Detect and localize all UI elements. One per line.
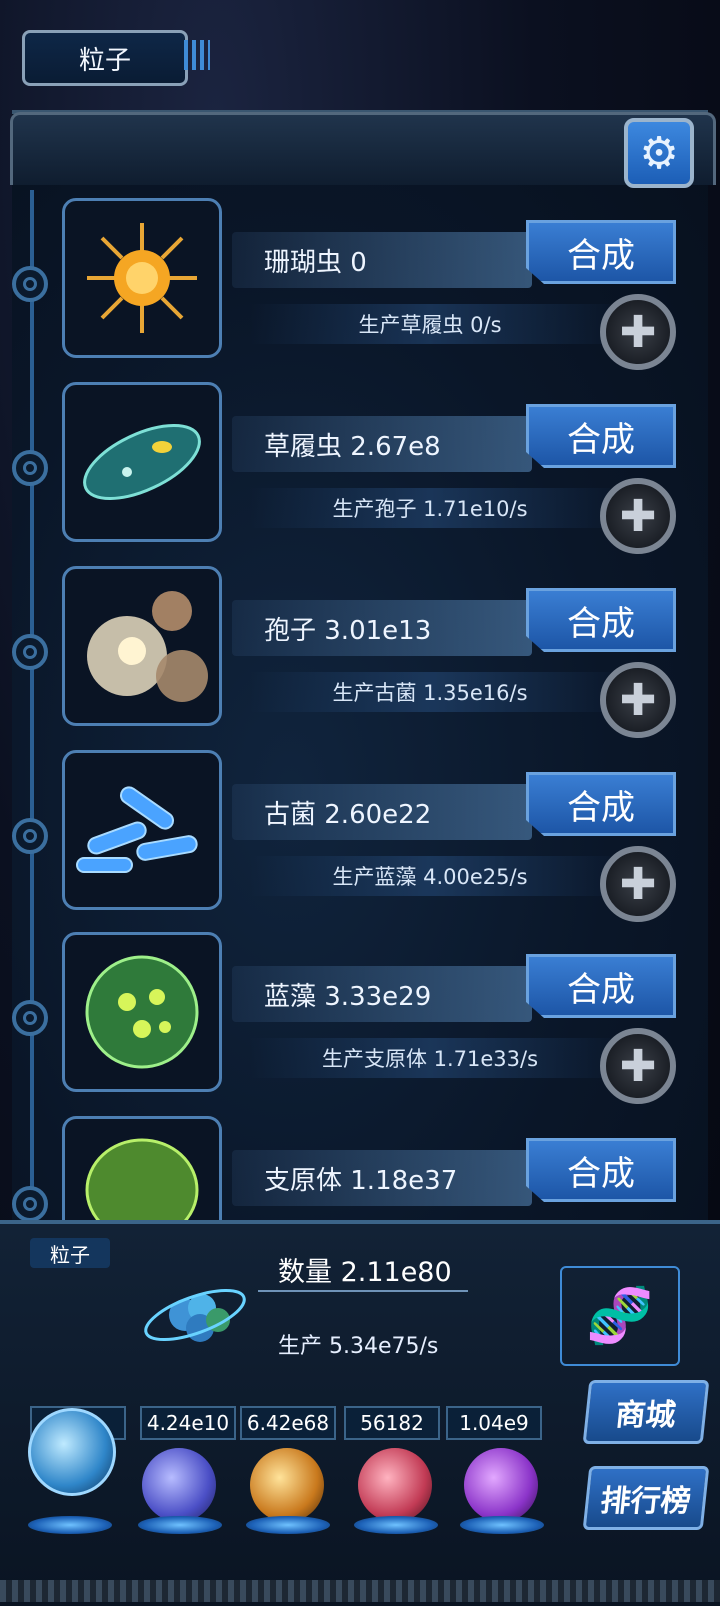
plus-icon: ✚ bbox=[619, 490, 657, 542]
add-button[interactable]: ✚ bbox=[600, 662, 676, 738]
merge-button[interactable]: 合成 bbox=[526, 954, 676, 1018]
gear-icon: ⚙ bbox=[639, 127, 679, 179]
particle-atom-icon bbox=[140, 1270, 250, 1360]
creature-name-count: 蓝藻 3.33e29 bbox=[232, 966, 532, 1022]
creature-name-count: 草履虫 2.67e8 bbox=[232, 416, 532, 472]
creature-row: 珊瑚虫 0 合成 生产草履虫 0/s ✚ bbox=[0, 198, 720, 370]
production-label: 生产古菌 1.35e16/s bbox=[250, 672, 610, 712]
divider bbox=[258, 1290, 468, 1292]
add-button[interactable]: ✚ bbox=[600, 478, 676, 554]
top-frame bbox=[10, 112, 716, 185]
tab-stripes bbox=[184, 40, 210, 70]
orb-pedestal bbox=[28, 1516, 112, 1534]
resource-count: 数量 2.11e80 bbox=[278, 1257, 452, 1288]
creature-row: 支原体 1.18e37 合成 bbox=[0, 1116, 720, 1220]
ranking-button[interactable]: 排行榜 bbox=[582, 1466, 710, 1530]
mycoplasma-icon bbox=[85, 1138, 199, 1220]
production-label: 生产孢子 1.71e10/s bbox=[250, 488, 610, 528]
creature-row: 蓝藻 3.33e29 合成 生产支原体 1.71e33/s ✚ bbox=[0, 932, 720, 1104]
top-bar bbox=[0, 100, 720, 190]
plus-icon: ✚ bbox=[619, 858, 657, 910]
coral-polyp-icon bbox=[87, 223, 197, 333]
creature-name-count: 珊瑚虫 0 bbox=[232, 232, 532, 288]
creature-name-count: 孢子 3.01e13 bbox=[232, 600, 532, 656]
production-label: 生产蓝藻 4.00e25/s bbox=[250, 856, 610, 896]
vortex-orb-button[interactable] bbox=[464, 1448, 538, 1522]
merge-button[interactable]: 合成 bbox=[526, 772, 676, 836]
creature-row: 古菌 2.60e22 合成 生产蓝藻 4.00e25/s ✚ bbox=[0, 750, 720, 922]
cyanobacteria-icon bbox=[85, 955, 199, 1069]
production-label: 生产支原体 1.71e33/s bbox=[250, 1038, 610, 1078]
add-button[interactable]: ✚ bbox=[600, 294, 676, 370]
creature-name-count: 支原体 1.18e37 bbox=[232, 1150, 532, 1206]
brain-orb-button[interactable] bbox=[358, 1448, 432, 1522]
orb-pedestal bbox=[354, 1516, 438, 1534]
creature-name-count: 古菌 2.60e22 bbox=[232, 784, 532, 840]
plus-icon: ✚ bbox=[619, 674, 657, 726]
archaea-icon bbox=[76, 786, 198, 873]
creature-row: 孢子 3.01e13 合成 生产古菌 1.35e16/s ✚ bbox=[0, 566, 720, 738]
creature-portrait bbox=[62, 750, 222, 910]
shop-button[interactable]: 商城 bbox=[582, 1380, 710, 1444]
add-button[interactable]: ✚ bbox=[600, 846, 676, 922]
creature-row: 草履虫 2.67e8 合成 生产孢子 1.71e10/s ✚ bbox=[0, 382, 720, 554]
merge-button[interactable]: 合成 bbox=[526, 220, 676, 284]
resource-value: 6.42e68 bbox=[240, 1406, 336, 1440]
dna-icon: 🧬 bbox=[560, 1266, 680, 1366]
merge-button[interactable]: 合成 bbox=[526, 404, 676, 468]
resource-value: 56182 bbox=[344, 1406, 440, 1440]
tab-particles[interactable]: 粒子 bbox=[22, 30, 188, 86]
creature-portrait bbox=[62, 1116, 222, 1220]
resource-value: 4.24e10 bbox=[140, 1406, 236, 1440]
add-button[interactable]: ✚ bbox=[600, 1028, 676, 1104]
resource-rate: 生产 5.34e75/s bbox=[278, 1334, 439, 1359]
footer-strip bbox=[0, 1580, 720, 1602]
creature-portrait bbox=[62, 382, 222, 542]
creature-portrait bbox=[62, 932, 222, 1092]
paramecium-icon bbox=[83, 424, 201, 500]
orb-pedestal bbox=[246, 1516, 330, 1534]
resource-value: 1.04e9 bbox=[446, 1406, 542, 1440]
merge-button[interactable]: 合成 bbox=[526, 588, 676, 652]
creature-portrait bbox=[62, 566, 222, 726]
plus-icon: ✚ bbox=[619, 306, 657, 358]
orb-pedestal bbox=[460, 1516, 544, 1534]
fire-orb-button[interactable] bbox=[250, 1448, 324, 1522]
creature-portrait bbox=[62, 198, 222, 358]
resource-tag: 粒子 bbox=[30, 1238, 110, 1268]
particle-orb-button[interactable] bbox=[28, 1408, 116, 1496]
lightning-orb-button[interactable] bbox=[142, 1448, 216, 1522]
spore-icon bbox=[87, 591, 208, 702]
settings-button[interactable]: ⚙ bbox=[624, 118, 694, 188]
merge-button[interactable]: 合成 bbox=[526, 1138, 676, 1202]
production-label: 生产草履虫 0/s bbox=[250, 304, 610, 344]
plus-icon: ✚ bbox=[619, 1040, 657, 1092]
orb-pedestal bbox=[138, 1516, 222, 1534]
